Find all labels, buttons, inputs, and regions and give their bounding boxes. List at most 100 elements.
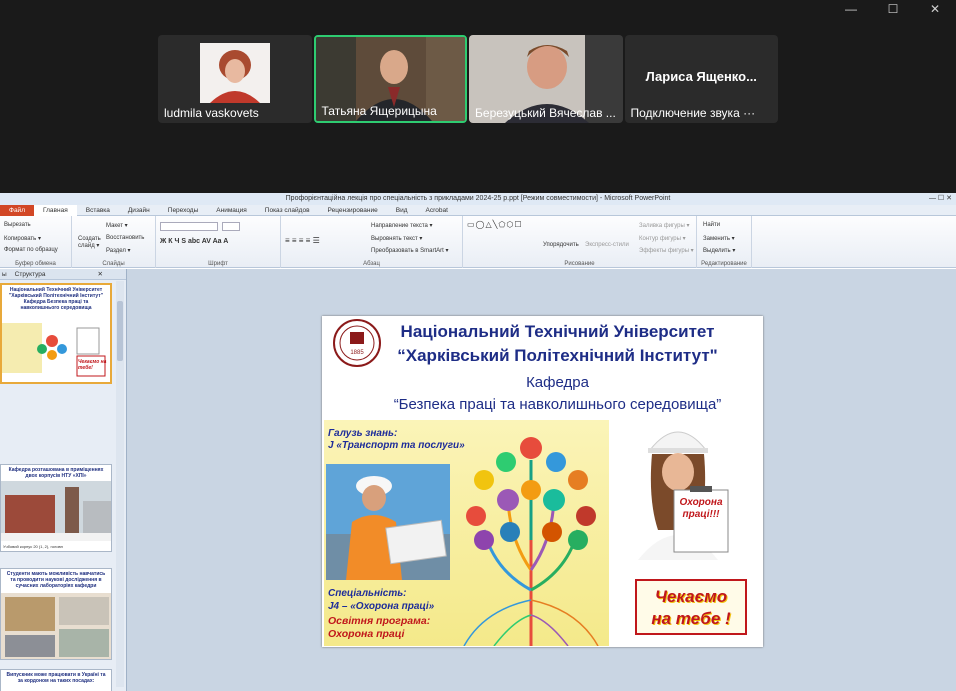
ribbon-group-font: Ж К Ч S abc AV Aa A Шрифт <box>156 216 281 268</box>
tab-home[interactable]: Главная <box>33 204 77 216</box>
close-button[interactable]: ✕ <box>914 0 956 18</box>
ppt-title-bar: Профорієнтаційна лекція про спеціальніст… <box>0 193 956 205</box>
tab-view[interactable]: Вид <box>387 205 417 216</box>
close-panel-icon[interactable]: ✕ <box>98 270 103 278</box>
participant-tile[interactable]: Лариса Ященко... Подключение звука ··· <box>624 35 779 123</box>
participant-name: Подключение звука ··· <box>630 106 756 120</box>
tab-insert[interactable]: Вставка <box>77 205 119 216</box>
participant-video <box>200 43 270 103</box>
shape-fill-button[interactable]: Заливка фигуры ▾ <box>639 222 690 229</box>
participant-name: Березуцький Вячеслав ... <box>475 106 616 120</box>
ppt-title: Профорієнтаційна лекція про спеціальніст… <box>285 195 671 202</box>
scroll-thumb[interactable] <box>117 301 123 361</box>
thumb-text: Випускник може працювати в Україні та за… <box>6 672 106 684</box>
ribbon-group-clipboard: Вырезать Копировать ▾ Формат по образцу … <box>0 216 72 268</box>
ppt-workspace: ы Структура ✕ Національний Технічний Уні… <box>0 269 956 691</box>
ppt-ribbon: Вырезать Копировать ▾ Формат по образцу … <box>0 216 956 268</box>
new-slide-button[interactable]: Создать слайд ▾ <box>78 236 104 249</box>
align-text-button[interactable]: Выровнять текст ▾ <box>371 235 422 242</box>
copy-button[interactable]: Копировать ▾ <box>4 235 41 242</box>
thumbnail-scrollbar[interactable] <box>116 281 124 687</box>
slide-thumbnail[interactable]: Кафедра розташована в приміщеннях двох к… <box>0 464 112 552</box>
group-label: Рисование <box>564 261 595 267</box>
tab-animation[interactable]: Анимация <box>207 205 256 216</box>
current-slide[interactable]: 1885 Національний Технічний Університет … <box>322 316 763 647</box>
field-value: J «Транспорт та послуги» <box>328 440 465 451</box>
tab-acrobat[interactable]: Acrobat <box>417 205 457 216</box>
engineer-photo <box>326 464 450 580</box>
thumb-image <box>2 323 106 377</box>
font-size-select[interactable] <box>222 222 240 231</box>
program-label: Освітня програма: <box>328 615 431 627</box>
group-label: Слайды <box>102 261 125 267</box>
layout-button[interactable]: Макет ▾ <box>106 222 128 229</box>
slide-editor-stage: 1885 Національний Технічний Університет … <box>127 269 956 691</box>
maximize-button[interactable]: ☐ <box>872 0 914 18</box>
participant-tile[interactable]: Березуцький Вячеслав ... <box>469 35 623 123</box>
ribbon-group-paragraph: Направление текста ▾ Выровнять текст ▾ П… <box>281 216 463 268</box>
group-label: Шрифт <box>208 261 228 267</box>
group-label: Буфер обмена <box>15 261 56 267</box>
arrange-button[interactable]: Упорядочить <box>543 242 579 248</box>
find-button[interactable]: Найти <box>703 222 720 228</box>
slide-kafedra: Кафедра <box>526 374 589 391</box>
select-button[interactable]: Выделить ▾ <box>703 247 735 254</box>
ribbon-group-slides: Создать слайд ▾ Макет ▾ Восстановить Раз… <box>72 216 156 268</box>
tab-review[interactable]: Рецензирование <box>319 205 387 216</box>
align-buttons[interactable]: ≡ ≡ ≡ ≡ ☰ <box>285 236 320 245</box>
participant-display-name: Лариса Ященко... <box>645 69 757 84</box>
window-controls: — ☐ ✕ <box>830 0 956 18</box>
participant-tile[interactable]: ludmila vaskovets <box>158 35 312 123</box>
shapes-gallery[interactable]: ▭◯△╲⬠⬡☐ <box>467 220 523 229</box>
specialty-value: J4 – «Охорона праці» <box>328 601 435 612</box>
thumb-image <box>1 481 111 541</box>
ppt-ribbon-tabs: Файл Главная Вставка Дизайн Переходы Ани… <box>0 204 956 216</box>
tab-file[interactable]: Файл <box>0 204 34 216</box>
cut-button[interactable]: Вырезать <box>4 222 31 228</box>
minimize-button[interactable]: — <box>830 0 872 18</box>
shape-effects-button[interactable]: Эффекты фигуры ▾ <box>639 247 694 254</box>
zoom-meeting-window: — ☐ ✕ ludmila vaskovets Татьяна Ящерицын… <box>0 0 956 691</box>
participant-strip: ludmila vaskovets Татьяна Ящерицына Бере… <box>158 35 779 123</box>
thumb-image <box>1 593 111 659</box>
smartart-button[interactable]: Преобразовать в SmartArt ▾ <box>371 247 448 254</box>
field-label: Галузь знань: <box>328 428 398 439</box>
thumb-text: Кафедра розташована в приміщеннях двох к… <box>8 467 104 479</box>
thumb-caption: Учбовий корпус 20 (1, 2), головн <box>3 544 63 549</box>
wait-for-you-badge: Чекаємо на тебе ! <box>635 579 747 635</box>
tab-slideshow[interactable]: Показ слайдов <box>256 205 319 216</box>
slide-title-line1: Національний Технічний Університет <box>400 322 715 341</box>
slide-thumbnail[interactable]: Студенти мають можливість навчатись та п… <box>0 568 112 660</box>
replace-button[interactable]: Заменить ▾ <box>703 235 735 242</box>
bold-button[interactable]: Ж К Ч S abc AV Aa A <box>160 238 228 245</box>
badge-line1: Чекаємо <box>654 587 728 606</box>
text-direction-button[interactable]: Направление текста ▾ <box>371 222 433 229</box>
slide-thumbnail[interactable]: Національний Технічний Університет "Харк… <box>0 283 112 384</box>
group-label: Редактирование <box>701 261 747 267</box>
slide-title-line2: “Харківський Політехнічний Інститут" <box>397 346 718 365</box>
font-name-select[interactable] <box>160 222 218 231</box>
thumb-text: Національний Технічний Університет "Харк… <box>8 287 104 311</box>
slide-thumbnail-panel: ы Структура ✕ Національний Технічний Уні… <box>0 269 127 691</box>
ppt-window-controls[interactable]: — ☐ ✕ <box>929 193 952 205</box>
shape-outline-button[interactable]: Контур фигуры ▾ <box>639 235 686 242</box>
slide-thumbnail[interactable]: Випускник може працювати в Україні та за… <box>0 669 112 691</box>
ribbon-group-drawing: ▭◯△╲⬠⬡☐ Упорядочить Экспресс-стили Залив… <box>463 216 697 268</box>
participant-tile-active-speaker[interactable]: Татьяна Ящерицына <box>313 35 468 123</box>
tab-transitions[interactable]: Переходы <box>159 205 208 216</box>
tab-design[interactable]: Дизайн <box>119 205 159 216</box>
thumb-text: Студенти мають можливість навчатись та п… <box>6 571 106 589</box>
thumb-badge: Чекаємо на тебе! <box>78 359 107 371</box>
slide-department: “Безпека праці та навколишнього середови… <box>393 396 722 413</box>
quick-styles-button[interactable]: Экспресс-стили <box>585 242 629 248</box>
tab-slides[interactable]: ы <box>2 271 7 278</box>
program-value: Охорона праці <box>328 628 405 640</box>
format-painter-button[interactable]: Формат по образцу <box>4 247 58 253</box>
participant-name: Татьяна Ящерицына <box>321 104 437 118</box>
worker-woman-photo <box>618 420 738 560</box>
reset-button[interactable]: Восстановить <box>106 235 144 241</box>
section-button[interactable]: Раздел ▾ <box>106 247 131 254</box>
participant-name: ludmila vaskovets <box>164 106 259 120</box>
tab-outline[interactable]: Структура <box>15 271 46 278</box>
ribbon-group-editing: Найти Заменить ▾ Выделить ▾ Редактирован… <box>697 216 752 268</box>
